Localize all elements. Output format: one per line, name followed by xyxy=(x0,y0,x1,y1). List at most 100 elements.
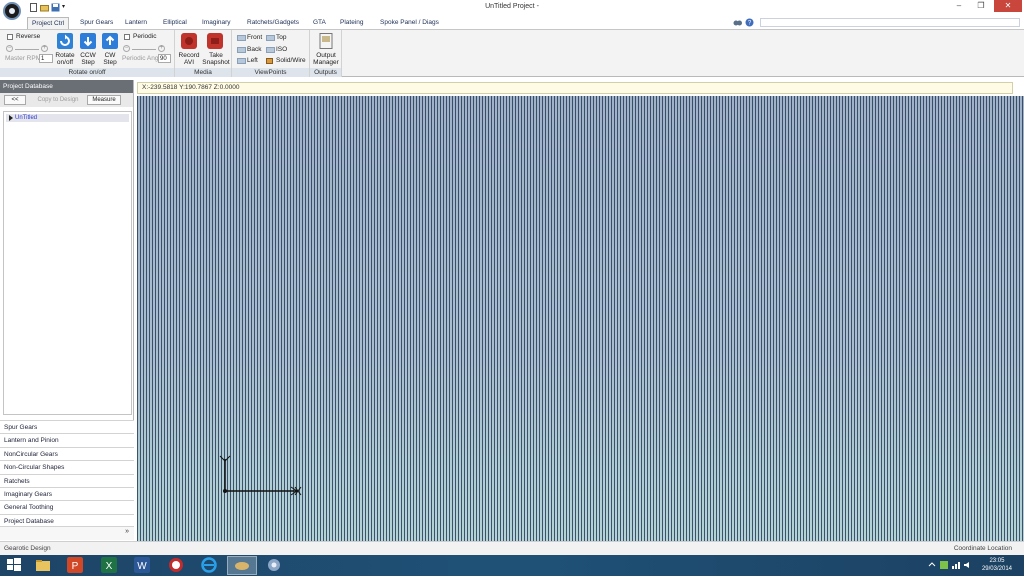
network-icon[interactable] xyxy=(952,561,960,569)
maximize-button[interactable]: ❐ xyxy=(970,0,992,12)
chevron-double-right-icon: » xyxy=(125,528,129,535)
left-view-icon xyxy=(237,58,246,64)
front-view-icon xyxy=(237,35,246,41)
master-rpm-label: Master RPM xyxy=(5,55,42,62)
nav-lantern-and-pinion[interactable]: Lantern and Pinion xyxy=(0,433,134,447)
tree-item-untitled[interactable]: UnTitled xyxy=(6,114,129,122)
ribbon-panel: Reverse − + Master RPM 1 Rotate on/off C… xyxy=(0,29,1024,77)
camera-icon[interactable] xyxy=(207,33,223,49)
periodic-angle-label: Periodic Ang xyxy=(122,55,159,62)
reverse-checkbox[interactable] xyxy=(7,34,13,40)
periodic-increase-button[interactable]: + xyxy=(158,45,165,52)
periodic-decrease-button[interactable]: − xyxy=(123,45,130,52)
rotate-onoff-label[interactable]: Rotate on/off xyxy=(52,52,78,66)
system-clock[interactable]: 23:05 29/03/2014 xyxy=(982,557,1012,573)
word-icon[interactable]: W xyxy=(134,557,150,573)
outputs-group-label: Outputs xyxy=(310,68,341,77)
collapse-button[interactable]: << xyxy=(4,95,26,105)
nav-general-toothing[interactable]: General Toothing xyxy=(0,500,134,514)
rpm-increase-button[interactable]: + xyxy=(41,45,48,52)
viewpoints-group-label: ViewPoints xyxy=(232,68,309,77)
tab-elliptical[interactable]: Elliptical xyxy=(159,17,191,29)
cw-step-label[interactable]: CW Step xyxy=(99,52,121,66)
record-avi-icon[interactable] xyxy=(181,33,197,49)
ccw-step-label[interactable]: CCW Step xyxy=(77,52,99,66)
record-avi-label[interactable]: Record AVI xyxy=(176,52,202,66)
clock-time: 23:05 xyxy=(989,558,1005,564)
nav-overflow-button[interactable]: » xyxy=(0,526,134,540)
nav-imaginary-gears[interactable]: Imaginary Gears xyxy=(0,486,134,501)
solid-wire-button[interactable]: Solid/Wire xyxy=(276,57,306,64)
periodic-angle-slider[interactable] xyxy=(132,49,156,50)
project-database-panel: Project Database << Copy to Design Measu… xyxy=(0,80,134,540)
master-rpm-input[interactable]: 1 xyxy=(39,54,53,63)
svg-text:X: X xyxy=(106,561,113,572)
top-view-icon xyxy=(266,35,275,41)
nav-noncircular-gears[interactable]: NonCircular Gears xyxy=(0,446,134,461)
solid-wire-icon xyxy=(266,58,273,64)
panel-toolbar: << Copy to Design Measure xyxy=(0,93,133,107)
file-explorer-icon[interactable] xyxy=(35,557,51,573)
panel-header: Project Database xyxy=(0,80,133,93)
tab-spoke-panel[interactable]: Spoke Panel / Diags xyxy=(376,17,443,29)
tray-app-icon[interactable] xyxy=(940,561,948,569)
3d-viewport[interactable] xyxy=(137,96,1024,541)
tab-spur-gears[interactable]: Spur Gears xyxy=(76,17,117,29)
ribbon-tabs: Project Ctrl Spur Gears Lantern Elliptic… xyxy=(0,16,1024,29)
project-tree[interactable]: UnTitled xyxy=(3,111,132,415)
reverse-label: Reverse xyxy=(16,33,41,40)
clock-date: 29/03/2014 xyxy=(981,566,1012,572)
windows-taskbar: P X W 23:05 29/03/2014 xyxy=(0,555,1024,576)
volume-icon[interactable] xyxy=(964,561,972,569)
periodic-checkbox[interactable] xyxy=(124,34,130,40)
tab-ratchets-gadgets[interactable]: Ratchets/Gadgets xyxy=(243,17,303,29)
ribbon-search-bar[interactable] xyxy=(760,18,1020,27)
coordinate-readout: X:-239.5818 Y:190.7867 Z:0.0000 xyxy=(137,82,1013,94)
close-button[interactable]: ✕ xyxy=(994,0,1022,12)
svg-text:W: W xyxy=(137,561,147,572)
measure-button[interactable]: Measure xyxy=(87,95,121,105)
take-snapshot-label[interactable]: Take Snapshot xyxy=(201,52,231,66)
status-bar: Gearotic Design Coordinate Location xyxy=(0,541,1024,555)
back-view-icon xyxy=(237,47,246,53)
tab-lantern[interactable]: Lantern xyxy=(121,17,151,29)
iso-view-icon xyxy=(266,47,275,53)
tab-project-ctrl[interactable]: Project Ctrl xyxy=(27,17,70,29)
tab-gta[interactable]: GTA xyxy=(309,17,330,29)
periodic-angle-input[interactable]: 90 xyxy=(158,54,171,63)
app-red-circle-icon[interactable] xyxy=(168,557,184,573)
windows-start-icon[interactable] xyxy=(6,557,22,573)
help-icon[interactable]: ? xyxy=(745,18,754,27)
output-manager-icon[interactable] xyxy=(318,33,334,49)
nav-ratchets[interactable]: Ratchets xyxy=(0,473,134,487)
powerpoint-icon[interactable]: P xyxy=(67,557,83,573)
tool-app-icon[interactable] xyxy=(266,557,282,573)
ccw-step-icon[interactable] xyxy=(80,33,96,49)
front-view-button[interactable]: Front xyxy=(247,34,262,41)
svg-text:P: P xyxy=(72,561,79,572)
binoculars-icon[interactable] xyxy=(733,18,742,27)
output-manager-label[interactable]: Output Manager xyxy=(310,52,342,66)
viewpoints-group: Front Top Back ISO Left Solid/Wire ViewP… xyxy=(232,30,310,77)
tab-imaginary[interactable]: Imaginary xyxy=(198,17,235,29)
nav-non-circular-shapes[interactable]: Non-Circular Shapes xyxy=(0,460,134,474)
cw-step-icon[interactable] xyxy=(102,33,118,49)
copy-to-design-button[interactable]: Copy to Design xyxy=(36,95,80,105)
iso-view-button[interactable]: ISO xyxy=(276,46,287,53)
nav-spur-gears[interactable]: Spur Gears xyxy=(0,420,134,434)
rotate-group: Reverse − + Master RPM 1 Rotate on/off C… xyxy=(0,30,175,77)
status-coordinate-location: Coordinate Location xyxy=(953,545,1012,552)
rotate-icon[interactable] xyxy=(57,33,73,49)
app-menu-button[interactable] xyxy=(3,2,21,20)
left-view-button[interactable]: Left xyxy=(247,57,258,64)
master-rpm-slider[interactable] xyxy=(15,49,39,50)
minimize-button[interactable]: – xyxy=(948,0,970,12)
tray-arrow-icon[interactable] xyxy=(928,561,936,569)
tab-plateing[interactable]: Plateing xyxy=(336,17,368,29)
back-view-button[interactable]: Back xyxy=(247,46,261,53)
top-view-button[interactable]: Top xyxy=(276,34,286,41)
excel-icon[interactable]: X xyxy=(101,557,117,573)
gearotic-app-icon xyxy=(235,562,249,570)
internet-explorer-icon[interactable] xyxy=(201,557,217,573)
rpm-decrease-button[interactable]: − xyxy=(6,45,13,52)
